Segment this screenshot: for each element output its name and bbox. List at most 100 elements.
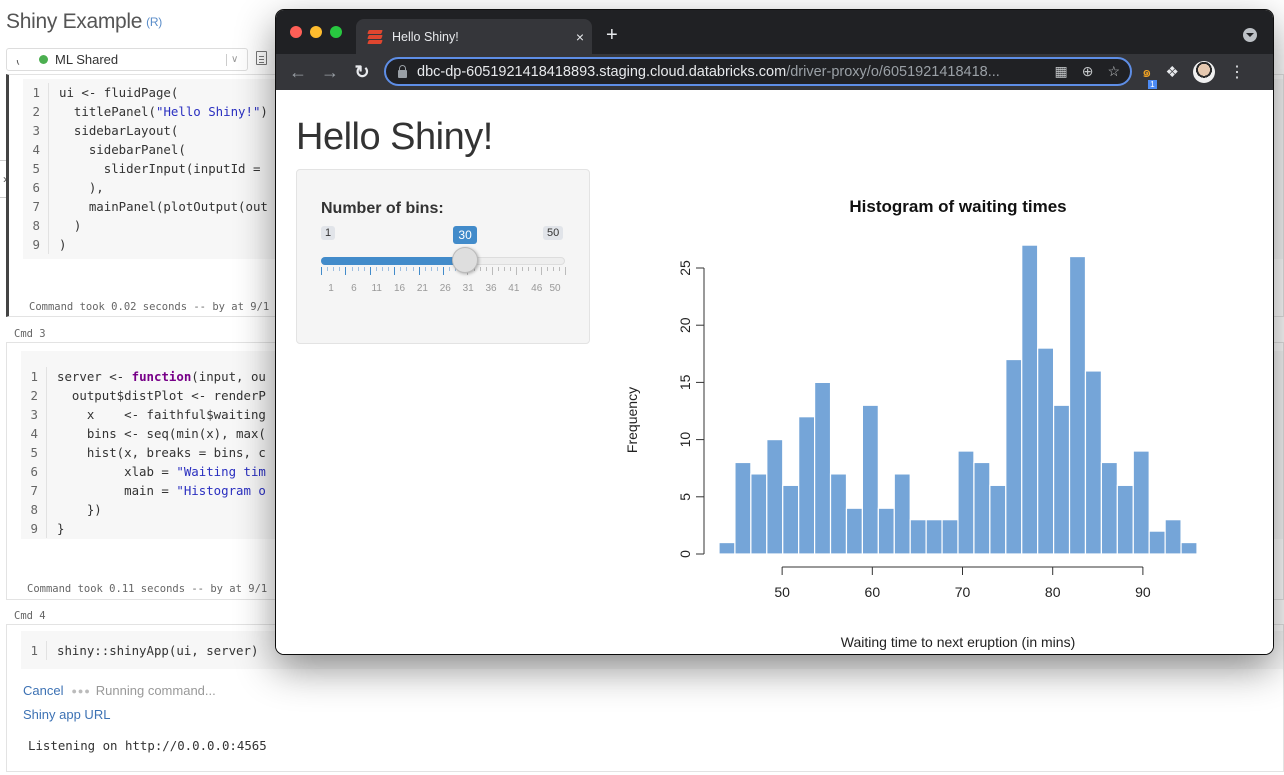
histogram-svg: Histogram of waiting times Waiting time … bbox=[624, 197, 1198, 650]
reload-icon[interactable]: ↻ bbox=[350, 60, 374, 84]
cluster-tree-icon: ⹛ bbox=[16, 54, 20, 66]
slider-tick bbox=[430, 267, 432, 271]
slider-tick bbox=[485, 267, 487, 271]
histogram-bar bbox=[1164, 519, 1182, 555]
slider-tick bbox=[510, 267, 512, 271]
code-text: server <- bbox=[57, 369, 132, 384]
new-tab-button[interactable]: + bbox=[606, 24, 618, 46]
slider-tick bbox=[565, 267, 566, 275]
address-bar[interactable]: dbc-dp-6051921418418893.staging.cloud.da… bbox=[384, 57, 1132, 86]
line-number: 1 bbox=[21, 367, 47, 386]
slider-tick bbox=[443, 267, 444, 275]
slider-value-label: 30 bbox=[453, 226, 477, 244]
histogram-bar bbox=[1148, 530, 1166, 555]
slider-grid-label: 36 bbox=[485, 283, 497, 294]
x-axis-label: Waiting time to next eruption (in mins) bbox=[841, 634, 1075, 650]
shiny-app-url-link[interactable]: Shiny app URL bbox=[23, 707, 110, 722]
running-text: Running command... bbox=[95, 683, 216, 698]
code-text: }) bbox=[57, 502, 102, 517]
forward-icon[interactable]: → bbox=[318, 60, 342, 84]
slider-tick bbox=[357, 267, 359, 271]
histogram-plot: Histogram of waiting times Waiting time … bbox=[616, 190, 1256, 650]
tab-search-icon[interactable] bbox=[1243, 28, 1257, 42]
line-number: 7 bbox=[23, 197, 49, 216]
slider-grid-label: 11 bbox=[371, 283, 382, 294]
qr-code-icon[interactable]: ▦ bbox=[1054, 63, 1067, 80]
code-text: output$distPlot <- renderP bbox=[57, 388, 266, 403]
profile-avatar[interactable] bbox=[1192, 61, 1215, 83]
divider bbox=[226, 53, 227, 66]
slider-tick bbox=[388, 267, 390, 271]
x-tick-label: 50 bbox=[774, 584, 790, 600]
browser-menu-icon[interactable]: ⋮ bbox=[1229, 62, 1245, 82]
slider-tick bbox=[528, 267, 530, 271]
lock-icon[interactable] bbox=[398, 64, 407, 78]
browser-tab[interactable]: Hello Shiny! × bbox=[356, 19, 592, 54]
code-text: mainPanel(plotOutput(out bbox=[59, 199, 268, 214]
histogram-bar bbox=[1005, 358, 1023, 555]
puzzle-extensions-icon[interactable]: ❖ bbox=[1166, 63, 1179, 81]
x-tick-label: 70 bbox=[955, 584, 971, 600]
histogram-bar bbox=[1068, 255, 1087, 555]
chevron-down-icon[interactable]: ∨ bbox=[231, 54, 247, 65]
cluster-selector[interactable]: ⹛ ML Shared ∨ bbox=[6, 48, 248, 71]
cancel-link[interactable]: Cancel bbox=[23, 683, 63, 698]
url-host: dbc-dp-6051921418418893.staging.cloud.da… bbox=[417, 63, 787, 80]
extension-badge: 1 bbox=[1148, 80, 1157, 89]
slider-tick bbox=[333, 267, 335, 271]
code-text: x <- faithful$waiting bbox=[57, 407, 266, 422]
slider-grid-label: 46 bbox=[531, 283, 543, 294]
histogram-bar bbox=[782, 484, 800, 555]
browser-window[interactable]: Hello Shiny! × + ← → ↻ dbc-dp-6051921418… bbox=[276, 10, 1273, 654]
star-icon[interactable]: ☆ bbox=[1107, 63, 1120, 80]
slider-grid-label: 26 bbox=[439, 283, 451, 294]
line-number: 2 bbox=[21, 386, 47, 405]
maximize-window-button[interactable] bbox=[330, 26, 342, 38]
browser-titlebar: Hello Shiny! × + bbox=[276, 10, 1273, 54]
slider-tick bbox=[497, 267, 499, 271]
slider-tick bbox=[504, 267, 505, 271]
slider-tick bbox=[406, 267, 408, 271]
histogram-bar bbox=[734, 461, 752, 555]
code-text: } bbox=[57, 521, 65, 536]
histogram-bar bbox=[941, 519, 959, 555]
spinner-icon: ●●● bbox=[71, 685, 91, 696]
slider-grid-label: 41 bbox=[508, 283, 520, 294]
line-number: 5 bbox=[23, 159, 49, 178]
slider-tick bbox=[552, 267, 554, 271]
code-text: shiny::shinyApp(ui, server) bbox=[57, 643, 259, 658]
zoom-icon[interactable]: ⊕ bbox=[1082, 63, 1094, 80]
code-text: titlePanel( bbox=[59, 104, 156, 119]
slider-tick bbox=[375, 267, 377, 271]
sidebar-panel: Number of bins: 1 50 30 1 6 11 16 21 26 31 36 41… bbox=[296, 169, 590, 344]
code-string: "Hello Shiny!" bbox=[155, 104, 261, 119]
slider-tick bbox=[394, 267, 396, 275]
app-title: Hello Shiny! bbox=[296, 116, 493, 158]
close-window-button[interactable] bbox=[290, 26, 302, 38]
tab-close-icon[interactable]: × bbox=[568, 29, 592, 45]
slider-label: Number of bins: bbox=[321, 200, 444, 217]
notebook-title: Shiny Example (R) bbox=[6, 10, 162, 34]
y-tick-label: 5 bbox=[677, 493, 693, 501]
histogram-bar bbox=[925, 519, 943, 555]
slider-tick bbox=[351, 267, 353, 271]
minimize-window-button[interactable] bbox=[310, 26, 322, 38]
histogram-bar bbox=[861, 404, 879, 555]
line-number: 9 bbox=[23, 235, 49, 254]
code-text: main = bbox=[57, 483, 177, 498]
line-number: 5 bbox=[21, 443, 47, 462]
code-text: ), bbox=[59, 180, 104, 195]
line-number: 7 bbox=[21, 481, 47, 500]
histogram-bar bbox=[957, 450, 975, 555]
histogram-bar bbox=[1132, 450, 1150, 555]
line-number: 2 bbox=[23, 102, 49, 121]
extension-icon[interactable]: ๑1 bbox=[1142, 60, 1157, 89]
histogram-bar bbox=[1021, 244, 1039, 555]
slider-tick bbox=[436, 267, 438, 271]
slider-grid-label: 16 bbox=[394, 283, 406, 294]
code-text: sidebarLayout( bbox=[59, 123, 179, 138]
back-icon[interactable]: ← bbox=[286, 60, 310, 84]
x-tick-label: 80 bbox=[1045, 584, 1061, 600]
cluster-status-dot bbox=[39, 55, 48, 64]
document-icon[interactable] bbox=[256, 51, 267, 65]
